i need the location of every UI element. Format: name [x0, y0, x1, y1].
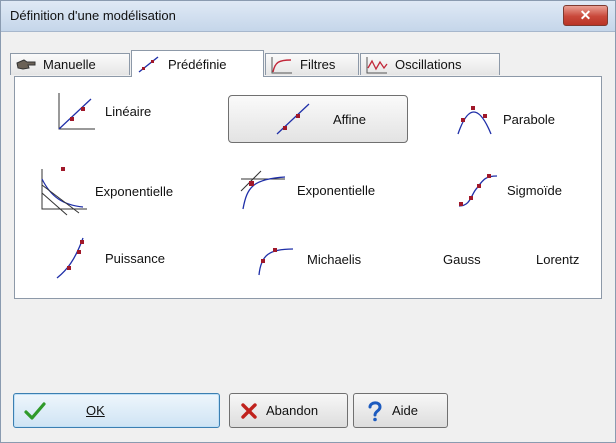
oscillation-icon — [366, 56, 388, 73]
tab-filtres[interactable]: Filtres — [265, 53, 359, 75]
model-michaelis[interactable]: Michaelis — [255, 237, 405, 281]
red-x-icon — [241, 402, 257, 419]
tab-label: Manuelle — [43, 57, 96, 72]
window-title: Définition d'une modélisation — [10, 8, 176, 23]
model-label: Sigmoïde — [507, 182, 562, 198]
model-label: Linéaire — [105, 103, 152, 119]
abandon-label: Abandon — [266, 403, 319, 418]
checkmark-icon — [24, 401, 46, 420]
aide-label: Aide — [392, 403, 419, 418]
tab-manuelle[interactable]: Manuelle — [10, 53, 130, 75]
question-mark-icon — [368, 400, 382, 421]
model-exponentielle-decay[interactable]: Exponentielle — [39, 163, 209, 219]
abandon-button[interactable]: Abandon — [229, 393, 348, 428]
model-lorentz[interactable]: Lorentz — [536, 252, 579, 267]
tab-predefinie[interactable]: Prédéfinie — [131, 50, 264, 77]
predefined-models-panel: Linéaire Affine Parabole Exponentielle E… — [14, 76, 602, 299]
tab-label: Filtres — [300, 57, 336, 72]
tab-oscillations[interactable]: Oscillations — [360, 53, 500, 75]
dialog-window: Définition d'une modélisation ✕ Manuelle… — [0, 0, 616, 443]
aide-button[interactable]: Aide — [353, 393, 448, 428]
ok-label: OK — [86, 403, 105, 418]
model-parabole[interactable]: Parabole — [455, 95, 595, 143]
model-gauss[interactable]: Gauss — [443, 252, 481, 267]
model-affine[interactable]: Affine — [228, 95, 408, 143]
model-puissance[interactable]: Puissance — [53, 233, 203, 283]
sigmoid-icon — [458, 174, 498, 207]
tab-label: Oscillations — [395, 57, 462, 72]
hand-icon — [16, 58, 36, 70]
title-bar[interactable]: Définition d'une modélisation ✕ — [1, 1, 615, 32]
model-label: Michaelis — [307, 251, 362, 267]
tab-label: Prédéfinie — [168, 56, 227, 72]
model-label: Parabole — [503, 111, 556, 127]
model-label: Exponentielle — [297, 182, 376, 198]
line-curve-icon — [138, 56, 159, 73]
exponential-decay-icon — [41, 167, 87, 216]
ok-button[interactable]: OK — [13, 393, 220, 428]
linear-through-origin-icon — [58, 93, 95, 130]
model-lineaire[interactable]: Linéaire — [55, 87, 195, 135]
power-curve-icon — [56, 237, 84, 279]
parabola-icon — [457, 106, 492, 135]
model-label: Puissance — [105, 250, 165, 266]
close-icon: ✕ — [579, 7, 592, 23]
model-sigmoide[interactable]: Sigmoïde — [455, 165, 601, 215]
model-label: Exponentielle — [95, 183, 174, 199]
michaelis-curve-icon — [258, 248, 294, 276]
exponential-rise-icon — [240, 170, 286, 210]
filter-curve-icon — [271, 56, 292, 73]
model-exponentielle-rise[interactable]: Exponentielle — [239, 165, 419, 215]
model-label: Affine — [333, 111, 367, 127]
affine-line-icon — [276, 103, 310, 135]
close-button[interactable]: ✕ — [563, 5, 608, 26]
